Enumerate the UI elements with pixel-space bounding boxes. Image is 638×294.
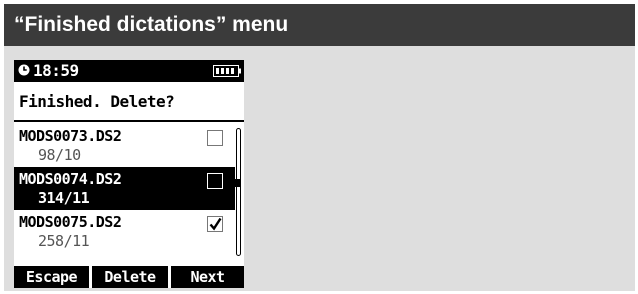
file-duration: 258/11: [38, 232, 90, 250]
scrollbar[interactable]: [236, 128, 241, 256]
page-title: “Finished dictations” menu: [4, 4, 635, 46]
delete-softkey[interactable]: Delete: [92, 266, 168, 288]
delete-checkbox[interactable]: [207, 130, 223, 146]
status-bar: 18:59: [14, 60, 244, 82]
dictation-list: MODS0073.DS2 98/10 MODS0074.DS2 314/11 M…: [14, 124, 244, 260]
list-item-mods0075[interactable]: MODS0075.DS2 258/11: [14, 210, 235, 253]
status-time: 18:59: [33, 61, 79, 80]
delete-prompt: Finished. Delete?: [14, 82, 244, 122]
file-duration: 98/10: [38, 146, 81, 164]
softkey-bar: Escape Delete Next: [14, 266, 244, 288]
escape-softkey[interactable]: Escape: [14, 266, 89, 288]
list-item-mods0074[interactable]: MODS0074.DS2 314/11: [14, 167, 235, 210]
device-screen: 18:59 Finished. Delete? MODS0073.DS2 98/…: [14, 60, 244, 288]
delete-checkbox[interactable]: [207, 216, 223, 232]
next-softkey[interactable]: Next: [171, 266, 244, 288]
file-name: MODS0075.DS2: [19, 213, 122, 231]
list-item-mods0073[interactable]: MODS0073.DS2 98/10: [14, 124, 235, 167]
battery-icon: [213, 65, 241, 77]
checkmark-icon: [209, 217, 222, 231]
delete-prompt-text: Finished. Delete?: [19, 92, 175, 111]
figure-frame: “Finished dictations” menu 18:59 Finishe…: [4, 4, 635, 291]
clock-icon: [18, 64, 30, 76]
file-duration: 314/11: [38, 189, 90, 207]
file-name: MODS0074.DS2: [19, 170, 122, 188]
scrollbar-thumb[interactable]: [235, 179, 240, 187]
file-name: MODS0073.DS2: [19, 127, 122, 145]
delete-checkbox[interactable]: [207, 173, 223, 189]
